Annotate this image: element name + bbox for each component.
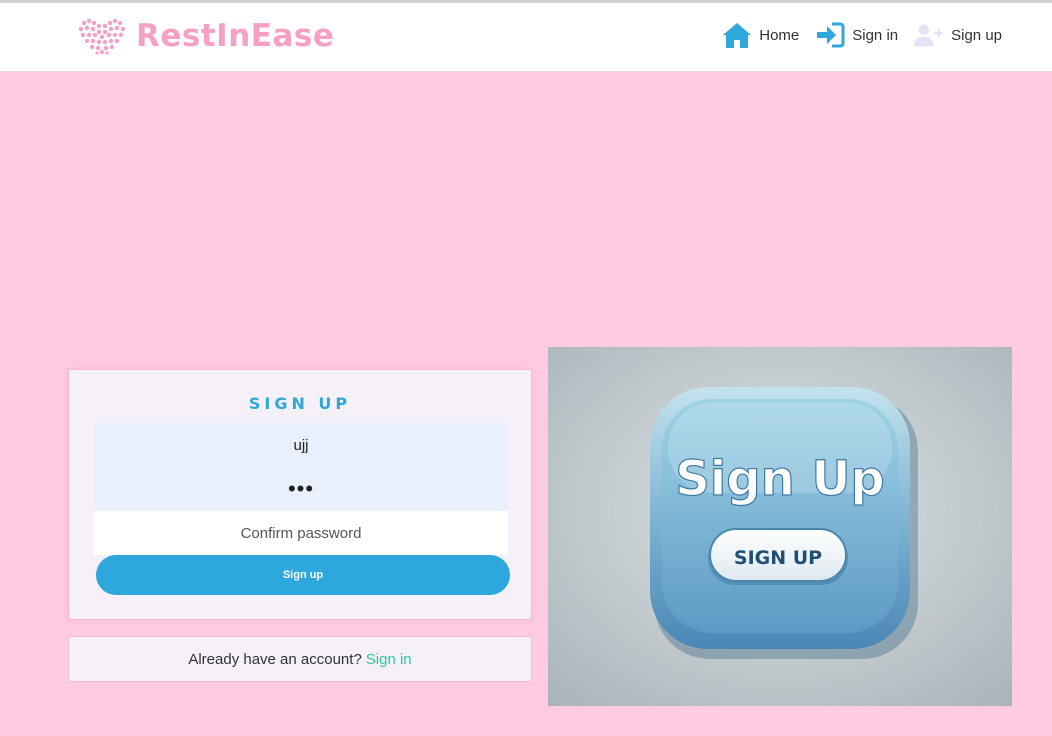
nav-signin[interactable]: Sign in	[815, 21, 898, 49]
brand[interactable]: RestInEase	[78, 17, 334, 55]
hero-button-label: SIGN UP	[734, 547, 822, 569]
signin-link[interactable]: Sign in	[366, 651, 412, 668]
signup-form: SIGN UP Sign up	[68, 369, 532, 620]
nav-home-label: Home	[759, 26, 800, 44]
username-input[interactable]	[94, 423, 508, 467]
form-title: SIGN UP	[248, 394, 352, 413]
navbar: RestInEase Home Sign in Sign up	[0, 3, 1052, 72]
nav-signin-label: Sign in	[852, 26, 899, 44]
signin-prompt: Already have an account? Sign in	[68, 636, 532, 682]
nav-signup[interactable]: Sign up	[914, 21, 1002, 49]
signup-submit-button[interactable]: Sign up	[96, 555, 510, 595]
home-icon	[723, 23, 752, 48]
hero-heading: Sign Up	[675, 451, 885, 507]
hero-image: Sign Up SIGN UP	[548, 347, 1012, 706]
user-plus-icon	[914, 24, 944, 47]
signin-prompt-text: Already have an account?	[188, 650, 362, 668]
heart-logo-icon	[78, 18, 126, 55]
confirm-password-input[interactable]	[94, 511, 508, 555]
sign-in-icon	[817, 22, 845, 48]
nav-menu: Home Sign in Sign up	[706, 21, 1002, 49]
password-input[interactable]	[94, 467, 508, 511]
nav-signup-label: Sign up	[951, 26, 1002, 44]
nav-home[interactable]: Home	[722, 21, 799, 49]
brand-name: RestInEase	[136, 18, 335, 54]
signup-illustration: Sign Up SIGN UP	[548, 347, 1012, 706]
